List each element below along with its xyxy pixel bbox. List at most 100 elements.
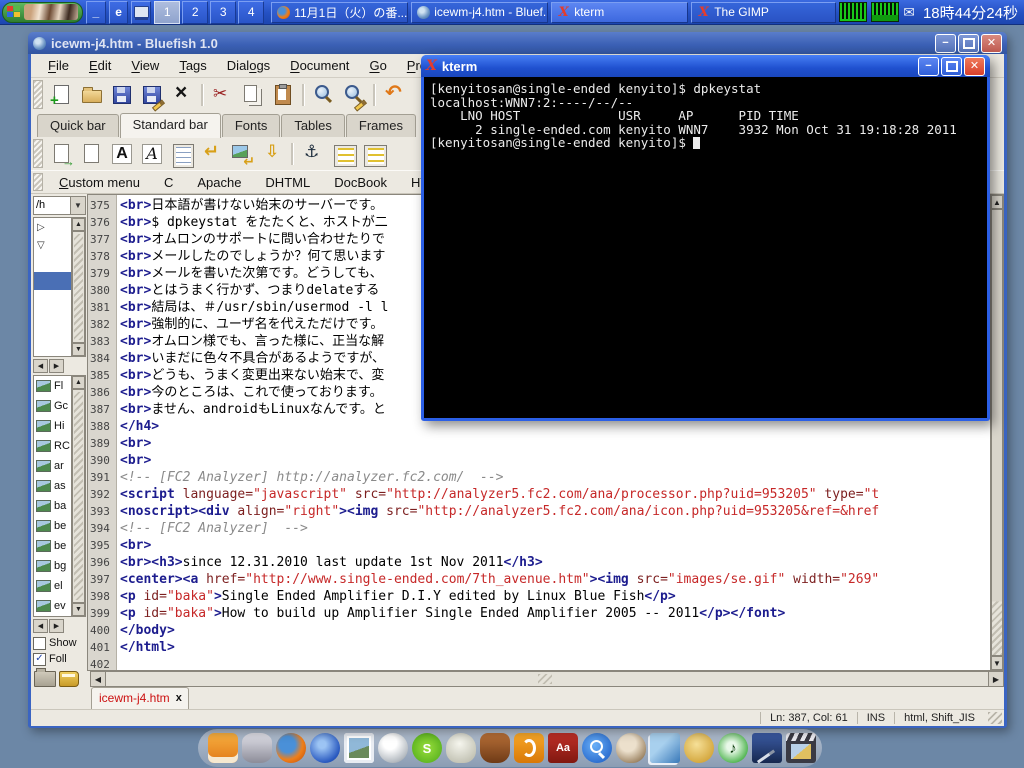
download-button[interactable] — [258, 140, 286, 168]
custom-menu-docbook[interactable]: DocBook — [323, 172, 398, 193]
toolbar-grip[interactable] — [33, 139, 43, 168]
taskbar-task-button[interactable]: Xkterm — [551, 2, 688, 23]
game-controller-dock-icon[interactable] — [242, 733, 272, 763]
list-ol-button[interactable] — [359, 140, 387, 168]
scroll-up-arrow[interactable]: ▲ — [991, 195, 1003, 209]
file-list-item[interactable]: Fl — [34, 376, 71, 396]
file-list-item[interactable]: bg — [34, 556, 71, 576]
find-button[interactable] — [310, 81, 338, 109]
body-button[interactable] — [78, 140, 106, 168]
file-list-item[interactable]: as — [34, 476, 71, 496]
cpu-monitor-applet[interactable] — [839, 2, 867, 22]
openoffice-dock-icon[interactable] — [514, 733, 544, 763]
taskbar-task-button[interactable]: XThe GIMP — [691, 2, 836, 23]
movie-player-dock-icon[interactable] — [786, 733, 816, 763]
terminal-output[interactable]: [kenyitosan@single-ended kenyito]$ dpkey… — [424, 77, 987, 418]
menu-view[interactable]: View — [122, 55, 168, 76]
file-list-item[interactable]: RC — [34, 436, 71, 456]
toolbar-tab-quick-bar[interactable]: Quick bar — [37, 114, 119, 137]
photo-manager-dock-icon[interactable] — [650, 733, 680, 763]
search-dock-icon[interactable] — [582, 733, 612, 763]
display-launcher-button[interactable] — [131, 1, 151, 24]
start-menu-button[interactable] — [2, 2, 83, 23]
bold-button[interactable]: A — [108, 140, 136, 168]
workspace-button-2[interactable]: 2 — [182, 1, 208, 24]
scroll-right-arrow[interactable]: ▶ — [988, 672, 1003, 686]
chevron-down-icon[interactable]: ▼ — [71, 196, 86, 215]
close-button[interactable] — [168, 81, 196, 109]
toolbar-tab-fonts[interactable]: Fonts — [222, 114, 281, 137]
scroll-left-arrow[interactable]: ◀ — [33, 619, 48, 633]
show-desktop-button[interactable]: _ — [86, 1, 106, 24]
scroll-right-arrow[interactable]: ▶ — [49, 619, 64, 633]
checkbox-show[interactable]: Show — [33, 635, 86, 651]
menu-go[interactable]: Go — [360, 55, 395, 76]
menu-file[interactable]: File — [39, 55, 78, 76]
kterm-titlebar[interactable]: X kterm − ✕ — [421, 55, 990, 77]
open-button[interactable] — [78, 81, 106, 109]
maximize-button[interactable] — [941, 57, 962, 76]
checkbox-checked-icon[interactable]: ✓ — [33, 653, 46, 666]
dictionary-dock-icon[interactable]: Aa — [548, 733, 578, 763]
gimp-dock-icon[interactable] — [616, 733, 646, 763]
scroll-up-arrow[interactable]: ▲ — [72, 218, 85, 231]
tree-expander-collapsed[interactable]: ▷ — [34, 218, 71, 236]
scroll-up-arrow[interactable]: ▲ — [72, 376, 85, 389]
menu-edit[interactable]: Edit — [80, 55, 120, 76]
paragraph-button[interactable] — [168, 140, 196, 168]
close-button[interactable]: ✕ — [964, 57, 985, 76]
file-list-item[interactable]: Hi — [34, 416, 71, 436]
tree-row[interactable] — [34, 254, 71, 272]
notebook-dock-icon[interactable] — [752, 733, 782, 763]
directory-tree-pane[interactable]: ▷ ▽ ▲ ▼ — [33, 217, 86, 357]
tree-expander-expanded[interactable]: ▽ — [34, 236, 71, 254]
file-list-item[interactable]: ar — [34, 456, 71, 476]
photo-frame-dock-icon[interactable] — [344, 733, 374, 763]
toolbar-grip[interactable] — [33, 173, 43, 191]
cut-button[interactable] — [209, 81, 237, 109]
custom-menu-dhtml[interactable]: DHTML — [254, 172, 321, 193]
mail-icon[interactable]: ✉ — [903, 4, 915, 21]
custom-menu-custom-menu[interactable]: Custom menu — [48, 172, 151, 193]
toolbar-tab-standard-bar[interactable]: Standard bar — [120, 113, 221, 138]
paste-button[interactable] — [269, 81, 297, 109]
lightbulb-dock-icon[interactable] — [446, 733, 476, 763]
file-list-item[interactable]: el — [34, 576, 71, 596]
bookmarks-tab-icon[interactable] — [59, 671, 79, 687]
checkbox-icon[interactable] — [33, 637, 46, 650]
tab-close-icon[interactable]: x — [176, 692, 182, 704]
copy-button[interactable] — [239, 81, 267, 109]
minimize-button[interactable]: − — [935, 34, 956, 53]
file-list-item[interactable]: be — [34, 516, 71, 536]
break-button[interactable] — [198, 140, 226, 168]
file-list-pane[interactable]: FlGcHiRCarasbabebebgelev ▲ ▼ — [33, 375, 86, 617]
browser-launcher-button[interactable]: e — [109, 1, 129, 24]
scroll-right-arrow[interactable]: ▶ — [49, 359, 64, 373]
replace-button[interactable] — [340, 81, 368, 109]
thunderbird-dock-icon[interactable] — [310, 733, 340, 763]
maximize-button[interactable] — [958, 34, 979, 53]
save-button[interactable] — [108, 81, 136, 109]
scrollbar-track[interactable] — [106, 672, 988, 686]
toolbar-tab-tables[interactable]: Tables — [281, 114, 345, 137]
file-list-item[interactable]: ev — [34, 596, 71, 616]
scroll-left-arrow[interactable]: ◀ — [91, 672, 106, 686]
scroll-down-arrow[interactable]: ▼ — [72, 603, 85, 616]
italic-button[interactable]: A — [138, 140, 166, 168]
document-tab[interactable]: icewm-j4.htm x — [91, 687, 189, 709]
bull-dock-icon[interactable] — [480, 733, 510, 763]
taskbar-task-button[interactable]: 11月1日（火）の番... — [271, 2, 408, 23]
bluefish-titlebar[interactable]: icewm-j4.htm - Bluefish 1.0 − ✕ — [28, 32, 1007, 54]
gold-tool-dock-icon[interactable] — [684, 733, 714, 763]
scroll-down-arrow[interactable]: ▼ — [991, 656, 1003, 670]
image-button[interactable] — [228, 140, 256, 168]
globe-browser-dock-icon[interactable] — [378, 733, 408, 763]
toolbar-grip[interactable] — [33, 80, 43, 109]
resize-grip[interactable] — [988, 712, 1002, 724]
firefox-dock-icon[interactable] — [276, 733, 306, 763]
anchor-button[interactable] — [299, 140, 327, 168]
save-as-button[interactable] — [138, 81, 166, 109]
menu-tags[interactable]: Tags — [170, 55, 215, 76]
file-list-item[interactable]: be — [34, 536, 71, 556]
path-combobox[interactable]: /h ▼ — [33, 196, 86, 215]
